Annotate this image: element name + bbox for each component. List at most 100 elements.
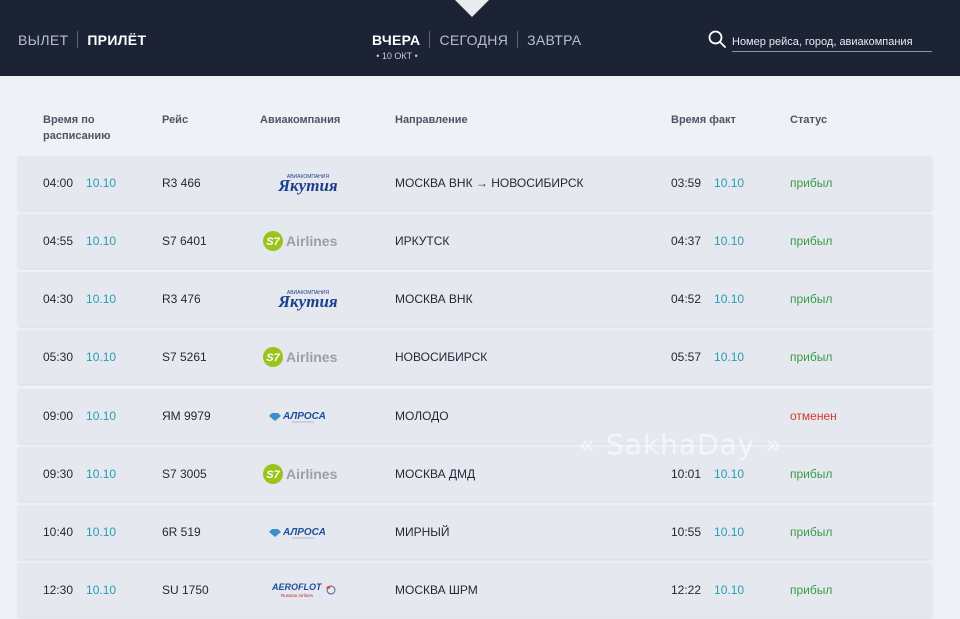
flight-row[interactable]: 10:40 10.10 6R 519 АЛРОСА МИРНЫЙ 10:55 10.10 пр… bbox=[18, 505, 932, 559]
actual-date: 10.10 bbox=[714, 467, 745, 481]
logo-wordmark: Якутия bbox=[277, 292, 338, 311]
flight-number: S7 6401 bbox=[162, 234, 207, 248]
status-label: прибыл bbox=[790, 525, 833, 539]
scheduled-date: 10.10 bbox=[86, 350, 117, 364]
logo-wordmark: АЛРОСА bbox=[282, 411, 326, 422]
actual-time: 03:59 bbox=[671, 176, 702, 190]
yakutia-airline-logo: АВИАКОМПАНИЯЯкутия bbox=[277, 290, 338, 311]
flight-row[interactable]: 04:30 10.10 R3 476 АВИАКОМПАНИЯ Якутия МОСКВА… bbox=[18, 272, 932, 326]
alrosa-airline-logo: АЛРОСА bbox=[269, 527, 326, 539]
tab-arrivals[interactable]: ПРИЛЁТ bbox=[87, 32, 146, 48]
scheduled-date: 10.10 bbox=[86, 525, 117, 539]
logo-wordmark: Якутия bbox=[277, 176, 338, 195]
scheduled-cell: 04:55 10.10 bbox=[43, 214, 116, 268]
tab-divider bbox=[517, 31, 519, 48]
top-navigation-bar: ВЫЛЕТ ПРИЛЁТ ВЧЕРА СЕГОДНЯ ЗАВТРА • 10 О… bbox=[0, 0, 960, 76]
flight-row[interactable]: 04:55 10.10 S7 6401 S7 Airlines ИРКУТСК 04:37 1… bbox=[18, 214, 932, 268]
actual-date: 10.10 bbox=[714, 234, 745, 248]
logo-wordmark: Airlines bbox=[286, 349, 338, 365]
logo-mark: S7 bbox=[266, 469, 280, 481]
logo-mark: S7 bbox=[266, 236, 280, 248]
scheduled-cell: 09:30 10.10 bbox=[43, 447, 116, 501]
logo-caption: Russian Airlines bbox=[281, 593, 314, 598]
flight-row[interactable]: 04:00 10.10 R3 466 АВИАКОМПАНИЯ Якутия МОСКВА… bbox=[18, 156, 932, 210]
actual-date: 10.10 bbox=[714, 525, 745, 539]
scheduled-time: 12:30 bbox=[43, 583, 74, 597]
scheduled-cell: 10:40 10.10 bbox=[43, 505, 116, 559]
actual-cell: 04:52 10.10 bbox=[671, 272, 744, 326]
actual-time: 12:22 bbox=[671, 583, 702, 597]
airline-cell: S7 Airlines bbox=[262, 214, 352, 268]
search-icon[interactable] bbox=[708, 30, 726, 48]
route: ИРКУТСК bbox=[395, 234, 450, 248]
direction-tabs: ВЫЛЕТ ПРИЛЁТ bbox=[18, 31, 146, 48]
active-section-notch bbox=[455, 0, 489, 17]
scheduled-cell: 09:00 10.10 bbox=[43, 389, 116, 443]
column-header-actual: Время факт bbox=[671, 114, 736, 126]
actual-time: 05:57 bbox=[671, 350, 702, 364]
scheduled-cell: 05:30 10.10 bbox=[43, 330, 116, 384]
airline-cell: АЛРОСА bbox=[262, 389, 352, 443]
flight-number: SU 1750 bbox=[162, 583, 209, 597]
route: МОСКВА ВНК bbox=[395, 292, 473, 306]
yakutia-airline-logo: АВИАКОМПАНИЯЯкутия bbox=[277, 174, 338, 195]
airline-cell: АВИАКОМПАНИЯ Якутия bbox=[262, 272, 352, 326]
search-box bbox=[708, 28, 932, 52]
scheduled-time: 09:30 bbox=[43, 467, 74, 481]
scheduled-time: 09:00 bbox=[43, 409, 74, 423]
flight-row[interactable]: 09:30 10.10 S7 3005 S7 Airlines МОСКВА ДМД 10:… bbox=[18, 447, 932, 501]
scheduled-cell: 04:30 10.10 bbox=[43, 272, 116, 326]
actual-date: 10.10 bbox=[714, 350, 745, 364]
column-header-scheduled: Время по расписанию bbox=[43, 114, 111, 142]
s7-airlines-logo: S7 Airlines bbox=[263, 347, 338, 367]
flight-row[interactable]: 09:00 10.10 ЯМ 9979 АЛРОСА МОЛОДО отменен bbox=[18, 389, 932, 443]
status-label: прибыл bbox=[790, 467, 833, 481]
scheduled-date: 10.10 bbox=[86, 176, 117, 190]
tab-tomorrow[interactable]: ЗАВТРА bbox=[527, 32, 581, 48]
status-label: прибыл bbox=[790, 583, 833, 597]
route: МОЛОДО bbox=[395, 409, 449, 423]
aeroflot-airline-logo: AEROFLOTRussian Airlines bbox=[271, 582, 336, 598]
actual-cell: 10:01 10.10 bbox=[671, 447, 744, 501]
scheduled-date: 10.10 bbox=[86, 583, 117, 597]
s7-airlines-logo: S7 Airlines bbox=[263, 231, 338, 251]
route: МОСКВА ДМД bbox=[395, 467, 476, 481]
actual-cell: 03:59 10.10 bbox=[671, 156, 744, 210]
route: МИРНЫЙ bbox=[395, 525, 450, 539]
scheduled-time: 04:30 bbox=[43, 292, 74, 306]
scheduled-time: 05:30 bbox=[43, 350, 74, 364]
scheduled-time: 04:55 bbox=[43, 234, 74, 248]
flight-number: R3 476 bbox=[162, 292, 201, 306]
route: МОСКВА ВНК → НОВОСИБИРСК bbox=[395, 176, 584, 190]
flight-row[interactable]: 05:30 10.10 S7 5261 S7 Airlines НОВОСИБИРСК 05… bbox=[18, 330, 932, 384]
logo-wordmark: Airlines bbox=[286, 233, 338, 249]
airline-cell: АЛРОСА bbox=[262, 505, 352, 559]
tab-divider bbox=[429, 31, 431, 48]
actual-date: 10.10 bbox=[714, 583, 745, 597]
day-tabs: ВЧЕРА СЕГОДНЯ ЗАВТРА bbox=[372, 31, 581, 48]
actual-cell: 10:55 10.10 bbox=[671, 505, 744, 559]
search-input[interactable] bbox=[732, 28, 932, 52]
scheduled-cell: 12:30 10.10 bbox=[43, 563, 116, 617]
column-header-route: Направление bbox=[395, 114, 468, 126]
tab-today[interactable]: СЕГОДНЯ bbox=[439, 32, 508, 48]
scheduled-time: 10:40 bbox=[43, 525, 74, 539]
scheduled-date: 10.10 bbox=[86, 409, 117, 423]
status-label: прибыл bbox=[790, 292, 833, 306]
status-label: прибыл bbox=[790, 176, 833, 190]
flight-number: S7 3005 bbox=[162, 467, 207, 481]
scheduled-date: 10.10 bbox=[86, 292, 117, 306]
actual-time: 04:37 bbox=[671, 234, 702, 248]
actual-cell: 04:37 10.10 bbox=[671, 214, 744, 268]
selected-date-label: • 10 ОКТ • bbox=[376, 51, 418, 61]
tab-departures[interactable]: ВЫЛЕТ bbox=[18, 32, 68, 48]
airline-cell: S7 Airlines bbox=[262, 330, 352, 384]
actual-date: 10.10 bbox=[714, 176, 745, 190]
actual-time: 10:55 bbox=[671, 525, 702, 539]
scheduled-date: 10.10 bbox=[86, 234, 117, 248]
route: НОВОСИБИРСК bbox=[395, 350, 488, 364]
tab-yesterday[interactable]: ВЧЕРА bbox=[372, 32, 420, 48]
flight-row[interactable]: 12:30 10.10 SU 1750 AEROFLOT Russian Airline… bbox=[18, 563, 932, 617]
airline-cell: AEROFLOT Russian Airlines bbox=[262, 563, 352, 617]
actual-time: 04:52 bbox=[671, 292, 702, 306]
